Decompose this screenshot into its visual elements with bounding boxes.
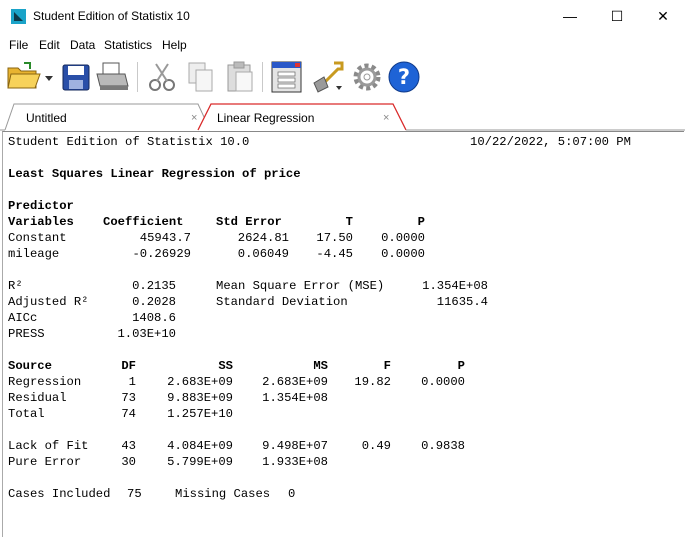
menu-bar: File Edit Data Statistics Help (0, 33, 685, 55)
coef-row-t: -4.45 (316, 247, 353, 261)
maximize-button[interactable]: ☐ (594, 0, 640, 33)
fit-sd-label: Standard Deviation (216, 295, 348, 309)
missing-cases-value: 0 (288, 487, 296, 501)
anova-row-df: 73 (121, 391, 136, 405)
coef-row-name: Constant (8, 231, 67, 245)
title-bar: Student Edition of Statistix 10 — ☐ ✕ (0, 0, 685, 33)
lof-row-source: Lack of Fit (8, 439, 89, 453)
anova-col-source: Source (8, 359, 52, 373)
dialog-window-icon[interactable] (270, 60, 304, 94)
fit-adjusted-r2-label: Adjusted R² (8, 295, 89, 309)
coef-col-coefficient: Coefficient (103, 215, 184, 229)
fit-mse-label: Mean Square Error (MSE) (216, 279, 385, 293)
coef-col-p: P (417, 215, 425, 229)
app-icon (11, 9, 26, 24)
svg-text:?: ? (398, 65, 410, 89)
anova-col-ms: MS (313, 359, 328, 373)
report-title: Least Squares Linear Regression of price (8, 167, 301, 181)
anova-row-df: 74 (121, 407, 136, 421)
lof-row-ms: 9.498E+07 (262, 439, 328, 453)
report-header-left: Student Edition of Statistix 10.0 (8, 135, 250, 149)
lof-row-f: 0.49 (361, 439, 391, 453)
lof-row-source: Pure Error (8, 455, 82, 469)
shovel-icon[interactable] (310, 60, 346, 94)
lof-row-ss: 5.799E+09 (167, 455, 233, 469)
fit-adjusted-r2-value: 0.2028 (132, 295, 176, 309)
fit-press-value: 1.03E+10 (117, 327, 176, 341)
lof-row-ss: 4.084E+09 (167, 439, 233, 453)
tab-label: Untitled (26, 111, 67, 125)
fit-mse-value: 1.354E+08 (422, 279, 488, 293)
open-folder-icon[interactable] (6, 60, 42, 94)
coef-col-variables: Variables (8, 215, 74, 229)
lof-row-ms: 1.933E+08 (262, 455, 328, 469)
close-button[interactable]: ✕ (640, 0, 685, 33)
report-pane[interactable]: Student Edition of Statistix 10.0 10/22/… (2, 131, 684, 537)
fit-aicc-value: 1408.6 (132, 311, 176, 325)
anova-row-ms: 2.683E+09 (262, 375, 328, 389)
anova-row-source: Residual (8, 391, 67, 405)
anova-col-f: F (383, 359, 391, 373)
cases-included-label: Cases Included (8, 487, 111, 501)
close-icon[interactable]: × (383, 112, 389, 124)
coef-row-t: 17.50 (316, 231, 353, 245)
anova-col-ss: SS (218, 359, 233, 373)
anova-row-f: 19.82 (354, 375, 391, 389)
fit-press-label: PRESS (8, 327, 45, 341)
chevron-down-icon[interactable] (43, 60, 55, 94)
tab-label: Linear Regression (217, 111, 315, 125)
coef-col-t: T (345, 215, 353, 229)
anova-row-df: 1 (128, 375, 136, 389)
fit-aicc-label: AICc (8, 311, 38, 325)
anova-col-df: DF (121, 359, 136, 373)
anova-row-ss: 1.257E+10 (167, 407, 233, 421)
close-icon[interactable]: × (191, 112, 197, 124)
toolbar: ? (0, 55, 685, 101)
tab-untitled[interactable]: Untitled × (10, 104, 200, 130)
coef-row-p: 0.0000 (381, 231, 425, 245)
coef-row-coefficient: -0.26929 (132, 247, 191, 261)
coef-col-stderr: Std Error (216, 215, 282, 229)
fit-sd-value: 11635.4 (436, 295, 488, 309)
lof-row-p: 0.9838 (421, 439, 465, 453)
minimize-button[interactable]: — (547, 0, 593, 33)
anova-row-ms: 1.354E+08 (262, 391, 328, 405)
coef-row-name: mileage (8, 247, 60, 261)
report-timestamp: 10/22/2022, 5:07:00 PM (470, 135, 631, 149)
anova-row-source: Total (8, 407, 45, 421)
save-disk-icon[interactable] (60, 60, 92, 94)
toolbar-separator (262, 62, 263, 92)
toolbar-separator (137, 62, 138, 92)
fit-r2-value: 0.2135 (132, 279, 176, 293)
lof-row-df: 43 (121, 439, 136, 453)
lof-row-df: 30 (121, 455, 136, 469)
anova-row-ss: 2.683E+09 (167, 375, 233, 389)
coef-row-stderr: 0.06049 (237, 247, 289, 261)
coef-row-stderr: 2624.81 (237, 231, 289, 245)
coef-row-p: 0.0000 (381, 247, 425, 261)
coef-header-predictor: Predictor (8, 199, 74, 213)
tab-linear-regression[interactable]: Linear Regression × (205, 104, 400, 130)
help-icon[interactable]: ? (387, 60, 421, 94)
menu-help[interactable]: Help (162, 38, 187, 52)
fit-r2-label: R² (8, 279, 23, 293)
menu-statistics[interactable]: Statistics (104, 38, 152, 52)
cases-included-value: 75 (127, 487, 142, 501)
window-title: Student Edition of Statistix 10 (33, 9, 190, 23)
tab-strip: Untitled × Linear Regression × (0, 103, 685, 131)
menu-edit[interactable]: Edit (39, 38, 60, 52)
anova-row-ss: 9.883E+09 (167, 391, 233, 405)
menu-file[interactable]: File (9, 38, 28, 52)
gear-icon[interactable] (350, 60, 384, 94)
printer-icon[interactable] (94, 60, 130, 94)
missing-cases-label: Missing Cases (175, 487, 271, 501)
anova-row-source: Regression (8, 375, 82, 389)
anova-row-p: 0.0000 (421, 375, 465, 389)
menu-data[interactable]: Data (70, 38, 95, 52)
cut-scissors-icon[interactable] (146, 60, 178, 94)
coef-row-coefficient: 45943.7 (139, 231, 191, 245)
paste-clipboard-icon[interactable] (224, 60, 256, 94)
anova-col-p: P (457, 359, 465, 373)
copy-icon[interactable] (186, 60, 216, 94)
